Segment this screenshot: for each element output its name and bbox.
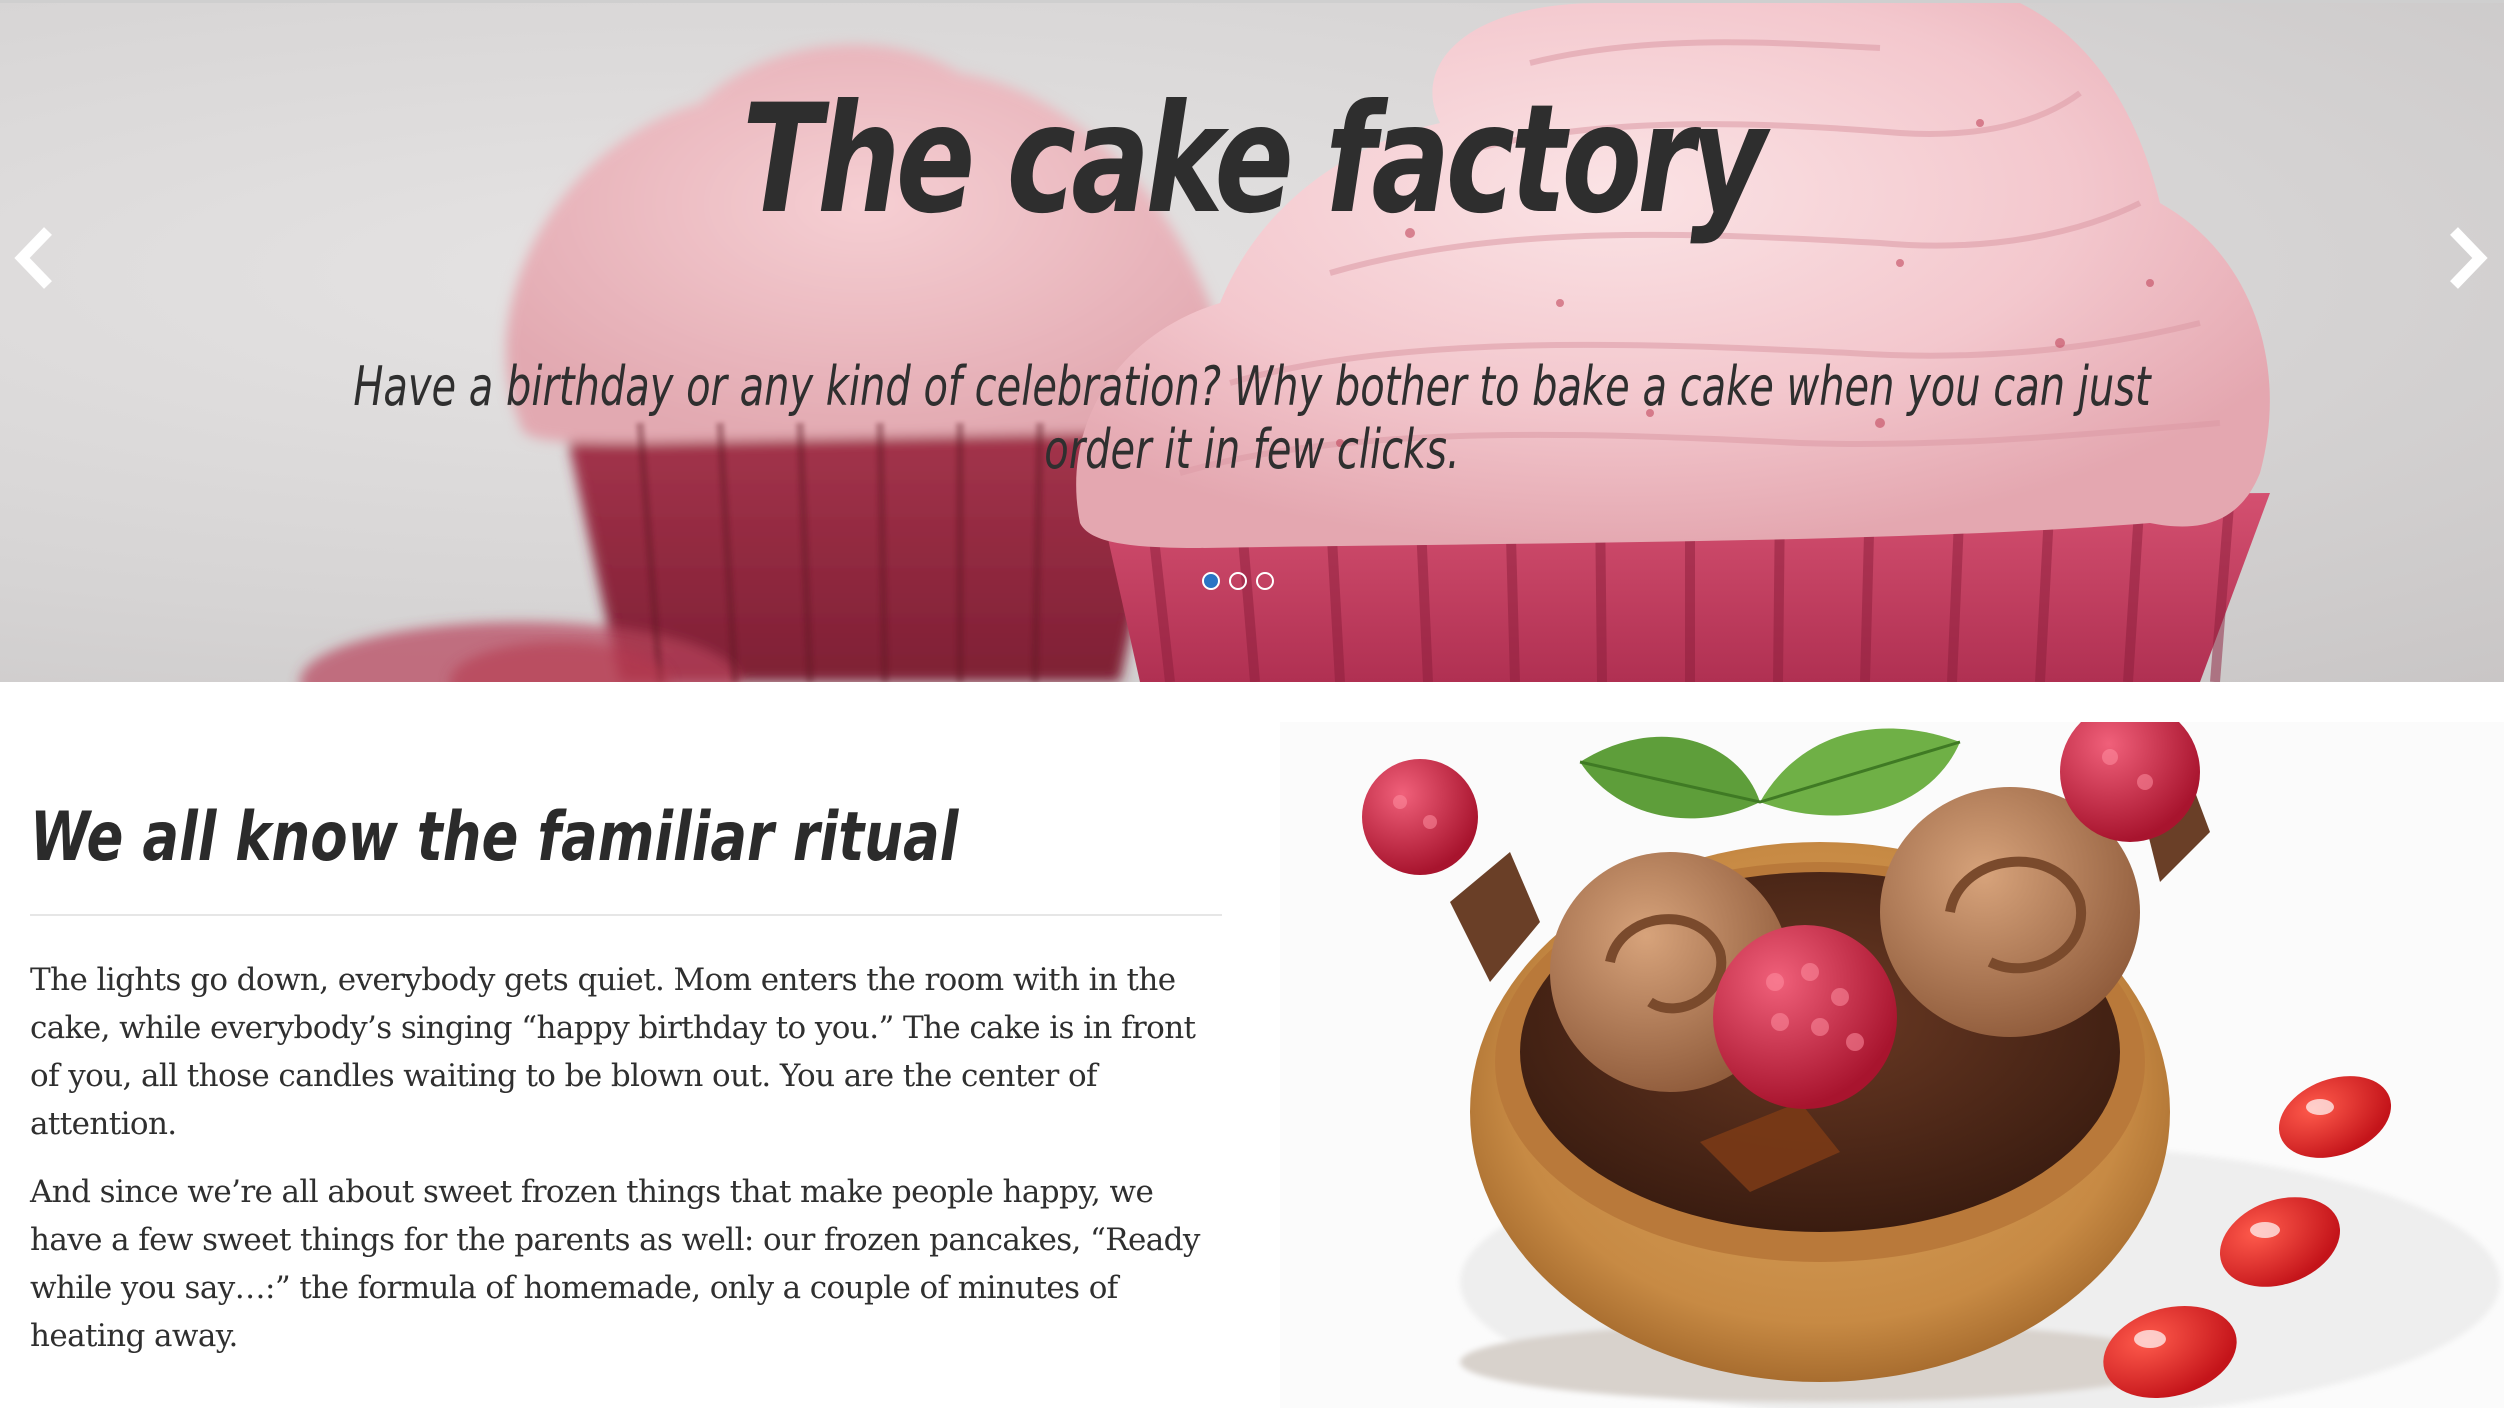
tart-illustration — [1280, 722, 2504, 1408]
hero-subtitle: Have a birthday or any kind of celebrati… — [353, 355, 2151, 481]
carousel-next-button[interactable] — [2440, 225, 2488, 291]
carousel-dot-2[interactable] — [1229, 572, 1247, 590]
carousel-prev-button[interactable] — [14, 225, 62, 291]
dessert-tart-image — [1280, 722, 2504, 1408]
hero-title: The cake factory — [742, 73, 1767, 247]
intro-paragraph-1: The lights go down, everybody gets quiet… — [30, 962, 1196, 1142]
hero-carousel: The cake factory Have a birthday or any … — [0, 3, 2504, 682]
carousel-dot-1[interactable] — [1202, 572, 1220, 590]
intro-section: We all know the familiar ritual The ligh… — [30, 770, 1222, 1360]
chevron-left-icon — [14, 227, 52, 289]
carousel-dot-3[interactable] — [1256, 572, 1274, 590]
heading-divider — [30, 914, 1222, 916]
section-heading: We all know the familiar ritual — [30, 798, 959, 877]
chevron-right-icon — [2450, 227, 2488, 289]
intro-paragraph-2: And since we’re all about sweet frozen t… — [30, 1174, 1200, 1354]
carousel-indicators — [1202, 569, 1302, 595]
